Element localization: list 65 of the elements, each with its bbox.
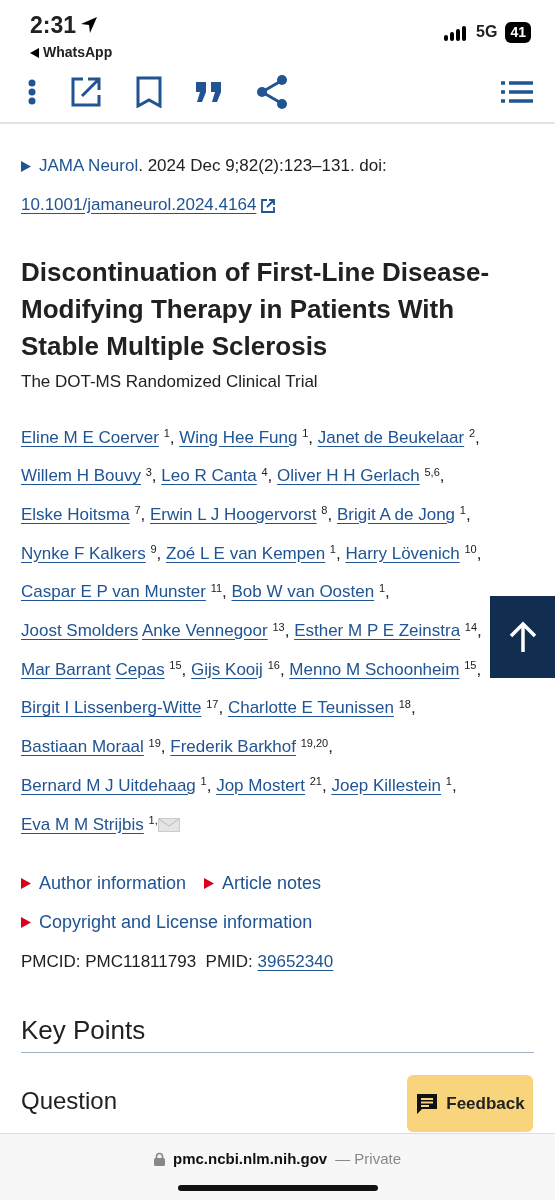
section-toggle[interactable]: Article notes <box>204 864 322 904</box>
section-heading: Key Points <box>21 1015 534 1054</box>
signal-icon <box>444 23 469 41</box>
journal-link[interactable]: JAMA Neurol <box>39 156 139 175</box>
external-link-icon <box>260 197 277 214</box>
author-link[interactable]: Cepas <box>115 659 165 679</box>
clock-time: 2:31 <box>30 12 77 38</box>
author-list: Eline M E Coerver $^{1}$, Wing Hee Fung $^{1}$, Janet de Beukelaar $^{2}$, Willem H Bouvy $^{3}$, Leo R Canta $^{4}$, Oliver H H Gerlach $^{5,6}$, Elske Hoitsma $^{7}$, Erwin L J Hoogervorst $^{8}$, Brigit A de Jong $^{1}$, Nynke F Kalkers $^{9}$, Zoé L E van Kempen $^{1}$, Harry Lövenich $^{10}$, Caspar E P van Munster $^{11}$, Bob W van Oosten $^{1}$, Joost Smolders Anke Vennegoor $^{13}$, Esther M P E Zeinstra $^{14}$, Mar Barrant Cepas $^{15}$, Gijs Kooij $^{16}$, Menno M Schoonheim $^{15}$, Birgit I Lissenberg-Witte $^{17}$, Charlotte E Teunissen $^{18}$, Bastiaan Moraal $^{19}$, Frederik Barkhof $^{19,20}$, Bernard M J Uitdehaag $^{1}$, Jop Mostert $^{21}$, Joep Killestein $^{1}$, Eva M M Strijbis $^{1,}$ <box>21 418 486 845</box>
back-triangle-icon <box>30 47 39 58</box>
author-link[interactable]: Bob W van Oosten <box>231 582 375 602</box>
open-in-new-icon[interactable] <box>70 76 102 108</box>
subsection-heading: Question <box>21 1087 118 1117</box>
author-link[interactable]: Wing Hee Fung <box>179 427 298 447</box>
author-link[interactable]: Charlotte E Teunissen <box>227 698 394 718</box>
author-link[interactable]: Esther M P E Zeinstra <box>294 621 461 640</box>
bookmark-icon[interactable] <box>136 76 162 108</box>
author-link[interactable]: Bernard M J Uitdehaag <box>21 775 196 795</box>
author-link[interactable]: Harry Lövenich <box>345 543 460 563</box>
feedback-button[interactable]: Feedback <box>407 1075 533 1132</box>
author-link[interactable]: Janet de Beukelaar <box>317 427 465 447</box>
location-arrow-icon <box>80 16 99 34</box>
list-icon[interactable] <box>501 80 533 104</box>
article-subtitle: The DOT-MS Randomized Clinical Trial <box>21 371 319 393</box>
more-icon[interactable] <box>28 79 36 105</box>
back-to-app-link[interactable]: WhatsApp <box>43 42 113 63</box>
battery-level: 41 <box>505 21 531 43</box>
share-icon[interactable] <box>256 75 288 109</box>
author-link[interactable]: Mar Barrant <box>21 659 111 679</box>
network-type: 5G <box>476 22 498 42</box>
lock-icon <box>153 1152 165 1167</box>
section-toggle[interactable]: Copyright and License information <box>21 903 313 943</box>
author-link[interactable]: Erwin L J Hoogervorst <box>149 504 317 524</box>
home-indicator[interactable] <box>177 1184 378 1191</box>
author-link[interactable]: Nynke F Kalkers <box>21 543 146 563</box>
article-ids: PMCID: PMC11811793 PMID: 39652340 <box>21 951 335 974</box>
author-link[interactable]: Bastiaan Moraal <box>21 737 144 757</box>
citation-text: JAMA Neurol. 2024 Dec 9;82(2):123–131. doi: 10.1001/jamaneurol.2024.4164 <box>21 155 388 216</box>
author-link[interactable]: Oliver H H Gerlach <box>277 466 420 486</box>
author-link[interactable]: Brigit A de Jong <box>336 504 456 524</box>
author-link[interactable]: Joost Smolders <box>21 621 139 640</box>
expand-triangle-icon <box>21 161 31 172</box>
author-link[interactable]: Gijs Kooij <box>191 659 263 679</box>
address-domain: pmc.ncbi.nlm.nih.gov <box>172 1149 328 1169</box>
author-link[interactable]: Eva M M Strijbis <box>21 814 144 834</box>
author-link[interactable]: Zoé L E van Kempen <box>166 543 326 563</box>
speech-bubble-icon <box>415 1091 440 1116</box>
author-link[interactable]: Elske Hoitsma <box>21 504 130 524</box>
back-to-top-button[interactable] <box>490 596 555 678</box>
author-link[interactable]: Caspar E P van Munster <box>21 582 206 602</box>
pmid-link[interactable]: 39652340 <box>257 952 334 972</box>
author-link[interactable]: Eline M E Coerver <box>21 427 159 447</box>
section-toggle[interactable]: Author information <box>21 864 187 904</box>
article-title: Discontinuation of First-Line Disease-Modifying Therapy in Patients With Stable Multiple Sclerosis <box>21 256 491 363</box>
doi-link[interactable]: 10.1001/jamaneurol.2024.4164 <box>21 195 257 214</box>
author-link[interactable]: Leo R Canta <box>161 466 257 486</box>
arrow-up-icon <box>507 621 538 653</box>
author-link[interactable]: Willem H Bouvy <box>21 466 141 486</box>
author-link[interactable]: Frederik Barkhof <box>170 737 296 757</box>
author-link[interactable]: Jop Mostert <box>216 775 305 795</box>
author-link[interactable]: Birgit I Lissenberg-Witte <box>21 698 202 718</box>
browsing-mode: — Private <box>335 1149 401 1169</box>
author-link[interactable]: Menno M Schoonheim <box>289 659 460 679</box>
quote-icon[interactable] <box>196 82 222 102</box>
author-link[interactable]: Anke Vennegoor <box>141 621 268 640</box>
author-link[interactable]: Joep Killestein <box>331 775 442 795</box>
